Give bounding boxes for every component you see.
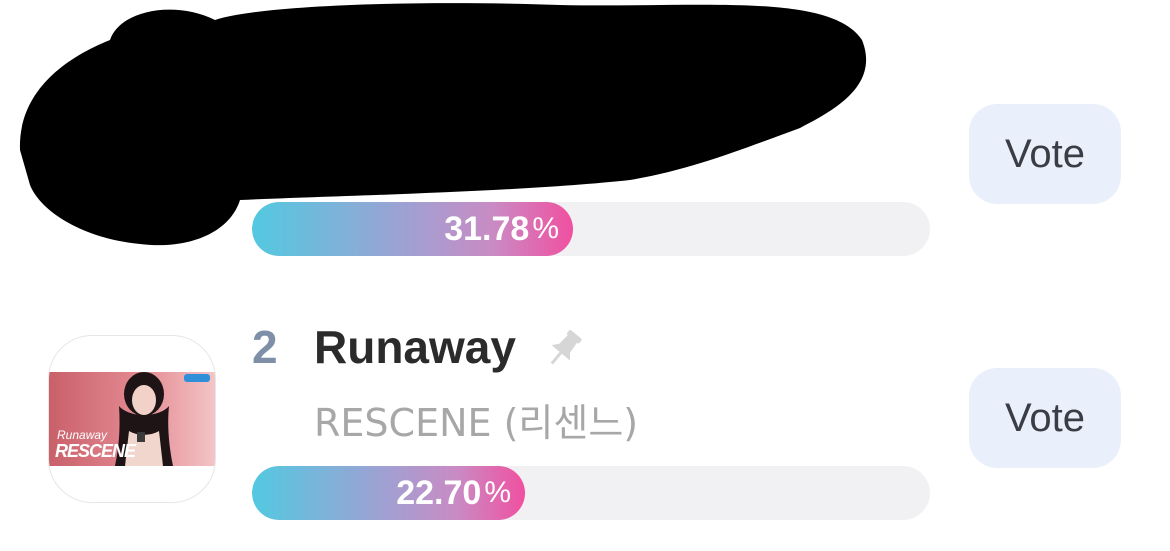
thumbnail-image xyxy=(49,372,215,466)
vote-share-bar: 31.78% xyxy=(252,202,930,256)
vote-percentage: 22.70 xyxy=(396,473,482,512)
song-title: Runaway xyxy=(314,321,516,373)
thumbnail-artist-caption: RESCENE xyxy=(55,441,136,461)
vote-share-fill: 31.78% xyxy=(252,202,573,256)
artist-name: RESCENE (리센느) xyxy=(314,401,639,445)
vote-percentage: 31.78 xyxy=(444,209,530,248)
percent-sign: % xyxy=(532,212,559,245)
song-thumbnail[interactable]: Runaway RESCENE xyxy=(48,335,216,503)
percent-sign: % xyxy=(484,476,511,509)
vote-button[interactable]: Vote xyxy=(969,368,1121,468)
thumbnail-caption: Runaway xyxy=(57,428,108,442)
vote-button[interactable]: Vote xyxy=(969,104,1121,204)
vote-share-bar: 22.70% xyxy=(252,466,930,520)
pin-icon[interactable] xyxy=(540,326,588,377)
rank-number: 2 xyxy=(252,321,278,373)
vote-share-fill: 22.70% xyxy=(252,466,525,520)
